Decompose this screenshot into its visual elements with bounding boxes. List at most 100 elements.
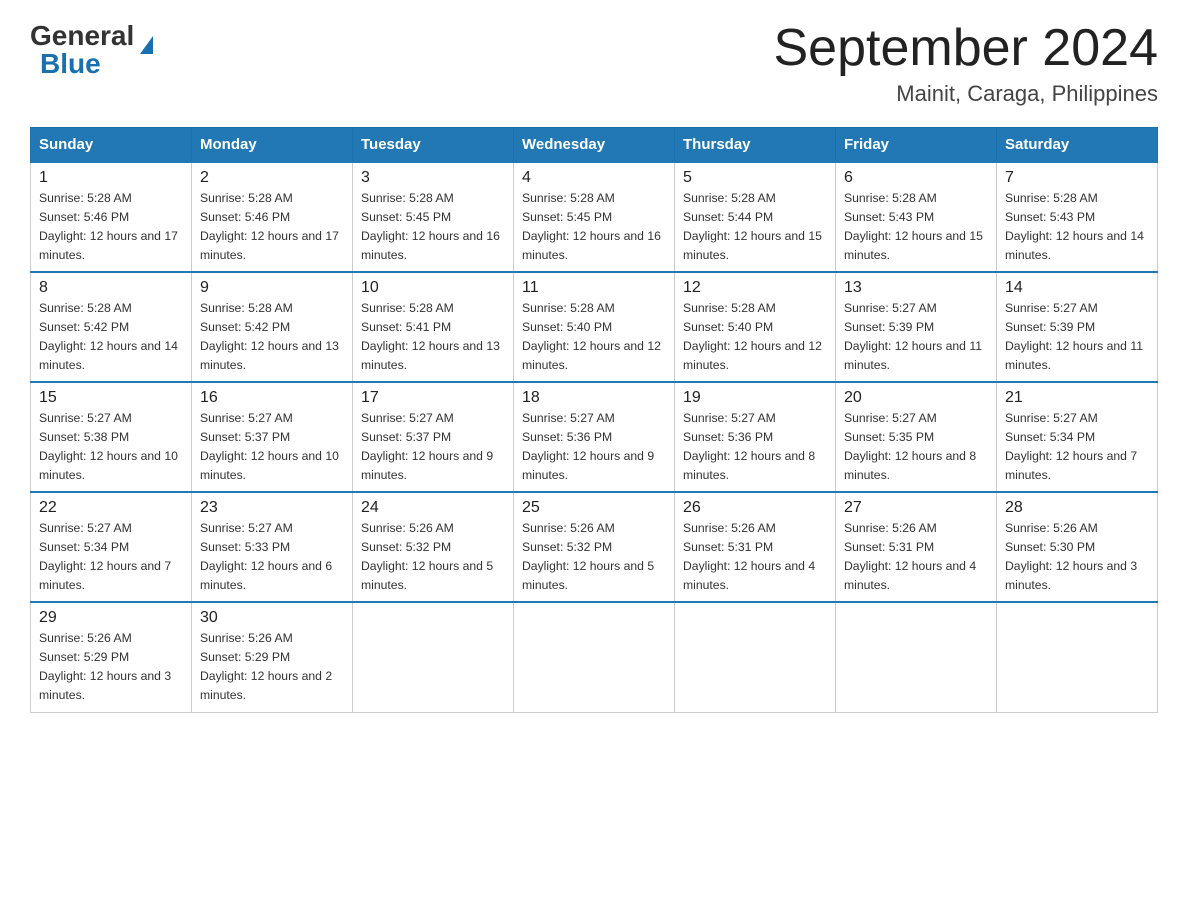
title-block: September 2024 Mainit, Caraga, Philippin… [774, 20, 1159, 107]
day-number: 29 [39, 609, 183, 627]
calendar-cell: 1 Sunrise: 5:28 AMSunset: 5:46 PMDaylight… [31, 162, 192, 272]
calendar-cell: 7Sunrise: 5:28 AMSunset: 5:43 PMDaylight… [997, 162, 1158, 272]
day-number: 12 [683, 279, 827, 297]
day-number: 20 [844, 389, 988, 407]
day-info: Sunrise: 5:27 AMSunset: 5:39 PMDaylight:… [844, 299, 988, 375]
month-year: September 2024 [774, 20, 1159, 77]
col-header-sunday: Sunday [31, 128, 192, 163]
calendar-cell: 6 Sunrise: 5:28 AMSunset: 5:43 PMDaylight… [836, 162, 997, 272]
calendar-cell: 25 Sunrise: 5:26 AMSunset: 5:32 PMDayligh… [514, 492, 675, 602]
day-info: Sunrise: 5:28 AMSunset: 5:43 PMDaylight:… [844, 189, 988, 265]
calendar-week-row: 15 Sunrise: 5:27 AMSunset: 5:38 PMDayligh… [31, 382, 1158, 492]
day-info: Sunrise: 5:27 AMSunset: 5:36 PMDaylight:… [522, 409, 666, 485]
calendar-cell: 22Sunrise: 5:27 AMSunset: 5:34 PMDayligh… [31, 492, 192, 602]
day-number: 6 [844, 169, 988, 187]
day-number: 8 [39, 279, 183, 297]
day-info: Sunrise: 5:27 AMSunset: 5:37 PMDaylight:… [361, 409, 505, 485]
col-header-saturday: Saturday [997, 128, 1158, 163]
calendar-cell: 18 Sunrise: 5:27 AMSunset: 5:36 PMDayligh… [514, 382, 675, 492]
location: Mainit, Caraga, Philippines [774, 81, 1159, 107]
day-info: Sunrise: 5:28 AMSunset: 5:42 PMDaylight:… [39, 299, 183, 375]
day-number: 19 [683, 389, 827, 407]
day-number: 21 [1005, 389, 1149, 407]
calendar-cell: 26 Sunrise: 5:26 AMSunset: 5:31 PMDayligh… [675, 492, 836, 602]
calendar-header-row: SundayMondayTuesdayWednesdayThursdayFrid… [31, 128, 1158, 163]
calendar-week-row: 29 Sunrise: 5:26 AMSunset: 5:29 PMDayligh… [31, 602, 1158, 712]
day-number: 2 [200, 169, 344, 187]
day-number: 26 [683, 499, 827, 517]
day-info: Sunrise: 5:27 AMSunset: 5:38 PMDaylight:… [39, 409, 183, 485]
calendar-cell: 11Sunrise: 5:28 AMSunset: 5:40 PMDayligh… [514, 272, 675, 382]
day-info: Sunrise: 5:26 AMSunset: 5:32 PMDaylight:… [522, 519, 666, 595]
day-number: 18 [522, 389, 666, 407]
day-number: 15 [39, 389, 183, 407]
calendar-cell: 15 Sunrise: 5:27 AMSunset: 5:38 PMDayligh… [31, 382, 192, 492]
calendar-week-row: 1 Sunrise: 5:28 AMSunset: 5:46 PMDaylight… [31, 162, 1158, 272]
calendar-cell: 9Sunrise: 5:28 AMSunset: 5:42 PMDaylight… [192, 272, 353, 382]
page-header: General Blue September 2024 Mainit, Cara… [30, 20, 1158, 107]
calendar-cell: 14 Sunrise: 5:27 AMSunset: 5:39 PMDayligh… [997, 272, 1158, 382]
day-info: Sunrise: 5:26 AMSunset: 5:29 PMDaylight:… [39, 629, 183, 705]
day-info: Sunrise: 5:27 AMSunset: 5:39 PMDaylight:… [1005, 299, 1149, 375]
logo-blue-text: Blue [40, 48, 101, 79]
col-header-monday: Monday [192, 128, 353, 163]
day-info: Sunrise: 5:27 AMSunset: 5:34 PMDaylight:… [39, 519, 183, 595]
calendar-cell: 16 Sunrise: 5:27 AMSunset: 5:37 PMDayligh… [192, 382, 353, 492]
day-number: 30 [200, 609, 344, 627]
col-header-tuesday: Tuesday [353, 128, 514, 163]
day-info: Sunrise: 5:28 AMSunset: 5:46 PMDaylight:… [39, 189, 183, 265]
day-number: 4 [522, 169, 666, 187]
calendar-cell: 21 Sunrise: 5:27 AMSunset: 5:34 PMDayligh… [997, 382, 1158, 492]
day-info: Sunrise: 5:26 AMSunset: 5:32 PMDaylight:… [361, 519, 505, 595]
day-number: 25 [522, 499, 666, 517]
logo: General Blue [30, 20, 153, 80]
calendar-cell: 23 Sunrise: 5:27 AMSunset: 5:33 PMDayligh… [192, 492, 353, 602]
day-info: Sunrise: 5:27 AMSunset: 5:37 PMDaylight:… [200, 409, 344, 485]
day-info: Sunrise: 5:26 AMSunset: 5:31 PMDaylight:… [844, 519, 988, 595]
day-number: 5 [683, 169, 827, 187]
calendar-cell [675, 602, 836, 712]
calendar-cell: 28 Sunrise: 5:26 AMSunset: 5:30 PMDayligh… [997, 492, 1158, 602]
day-info: Sunrise: 5:28 AMSunset: 5:45 PMDaylight:… [522, 189, 666, 265]
calendar-cell: 4 Sunrise: 5:28 AMSunset: 5:45 PMDaylight… [514, 162, 675, 272]
day-info: Sunrise: 5:27 AMSunset: 5:33 PMDaylight:… [200, 519, 344, 595]
calendar-cell: 30 Sunrise: 5:26 AMSunset: 5:29 PMDayligh… [192, 602, 353, 712]
day-info: Sunrise: 5:28 AMSunset: 5:43 PMDaylight:… [1005, 189, 1149, 265]
day-info: Sunrise: 5:28 AMSunset: 5:42 PMDaylight:… [200, 299, 344, 375]
day-number: 1 [39, 169, 183, 187]
col-header-friday: Friday [836, 128, 997, 163]
calendar-cell: 8 Sunrise: 5:28 AMSunset: 5:42 PMDaylight… [31, 272, 192, 382]
day-info: Sunrise: 5:28 AMSunset: 5:46 PMDaylight:… [200, 189, 344, 265]
day-number: 16 [200, 389, 344, 407]
day-info: Sunrise: 5:28 AMSunset: 5:41 PMDaylight:… [361, 299, 505, 375]
col-header-wednesday: Wednesday [514, 128, 675, 163]
calendar-cell: 19Sunrise: 5:27 AMSunset: 5:36 PMDayligh… [675, 382, 836, 492]
calendar-cell: 12 Sunrise: 5:28 AMSunset: 5:40 PMDayligh… [675, 272, 836, 382]
calendar-cell [353, 602, 514, 712]
calendar-cell [514, 602, 675, 712]
calendar-cell: 29 Sunrise: 5:26 AMSunset: 5:29 PMDayligh… [31, 602, 192, 712]
day-info: Sunrise: 5:27 AMSunset: 5:35 PMDaylight:… [844, 409, 988, 485]
day-number: 24 [361, 499, 505, 517]
calendar-cell: 10 Sunrise: 5:28 AMSunset: 5:41 PMDayligh… [353, 272, 514, 382]
day-info: Sunrise: 5:28 AMSunset: 5:44 PMDaylight:… [683, 189, 827, 265]
calendar-cell: 20 Sunrise: 5:27 AMSunset: 5:35 PMDayligh… [836, 382, 997, 492]
day-info: Sunrise: 5:28 AMSunset: 5:40 PMDaylight:… [522, 299, 666, 375]
day-number: 13 [844, 279, 988, 297]
calendar-cell: 24 Sunrise: 5:26 AMSunset: 5:32 PMDayligh… [353, 492, 514, 602]
calendar-cell: 27Sunrise: 5:26 AMSunset: 5:31 PMDayligh… [836, 492, 997, 602]
day-number: 28 [1005, 499, 1149, 517]
day-info: Sunrise: 5:28 AMSunset: 5:40 PMDaylight:… [683, 299, 827, 375]
day-number: 23 [200, 499, 344, 517]
calendar-cell: 2 Sunrise: 5:28 AMSunset: 5:46 PMDaylight… [192, 162, 353, 272]
day-info: Sunrise: 5:26 AMSunset: 5:29 PMDaylight:… [200, 629, 344, 705]
calendar-week-row: 8 Sunrise: 5:28 AMSunset: 5:42 PMDaylight… [31, 272, 1158, 382]
calendar-cell [997, 602, 1158, 712]
day-info: Sunrise: 5:27 AMSunset: 5:34 PMDaylight:… [1005, 409, 1149, 485]
day-number: 10 [361, 279, 505, 297]
calendar-cell: 5 Sunrise: 5:28 AMSunset: 5:44 PMDaylight… [675, 162, 836, 272]
day-info: Sunrise: 5:26 AMSunset: 5:31 PMDaylight:… [683, 519, 827, 595]
col-header-thursday: Thursday [675, 128, 836, 163]
day-number: 14 [1005, 279, 1149, 297]
day-info: Sunrise: 5:26 AMSunset: 5:30 PMDaylight:… [1005, 519, 1149, 595]
